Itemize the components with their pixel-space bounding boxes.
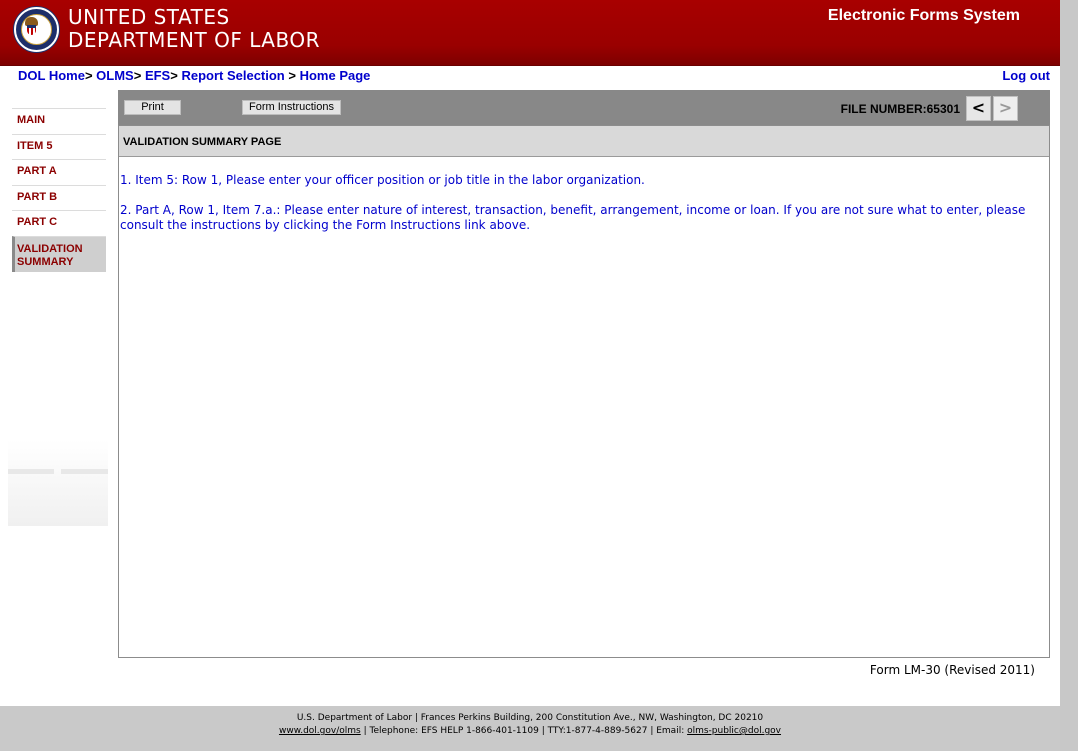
next-page-button[interactable]: > <box>993 96 1018 121</box>
page-footer: U.S. Department of Labor | Frances Perki… <box>0 706 1060 751</box>
sidebar-item-part-b[interactable]: PART B <box>12 184 106 211</box>
form-version: Form LM-30 (Revised 2011) <box>869 663 1035 677</box>
org-name-line1: UNITED STATES <box>68 5 230 29</box>
breadcrumb-efs[interactable]: EFS <box>145 68 170 83</box>
breadcrumb: DOL Home> OLMS> EFS> Report Selection > … <box>18 68 370 83</box>
sidebar-item-part-a[interactable]: PART A <box>12 159 106 185</box>
sidebar: MAIN ITEM 5 PART A PART B PART C VALIDAT… <box>8 96 108 526</box>
validation-message: 2. Part A, Row 1, Item 7.a.: Please ente… <box>120 203 1026 232</box>
sidebar-item-part-c[interactable]: PART C <box>12 210 106 236</box>
footer-telephone: | Telephone: EFS HELP 1-866-401-1109 | T… <box>360 726 688 736</box>
sidebar-divider <box>8 469 108 474</box>
file-number: FILE NUMBER:65301 <box>840 102 960 116</box>
sidebar-nav: MAIN ITEM 5 PART A PART B PART C VALIDAT… <box>12 108 106 272</box>
page-header: UNITED STATES DEPARTMENT OF LABOR Electr… <box>0 0 1060 66</box>
sidebar-item-item-5[interactable]: ITEM 5 <box>12 133 106 160</box>
validation-message: 1. Item 5: Row 1, Please enter your offi… <box>120 173 645 187</box>
print-button[interactable]: Print <box>124 100 181 115</box>
logout-link[interactable]: Log out <box>1002 68 1050 83</box>
breadcrumb-olms[interactable]: OLMS <box>96 68 134 83</box>
breadcrumb-home-page[interactable]: Home Page <box>300 68 371 83</box>
section-title: VALIDATION SUMMARY PAGE <box>119 126 1049 157</box>
org-name: UNITED STATES DEPARTMENT OF LABOR <box>68 6 320 52</box>
validation-messages: 1. Item 5: Row 1, Please enter your offi… <box>119 157 1049 233</box>
previous-page-button[interactable]: < <box>966 96 991 121</box>
breadcrumb-separator: > <box>84 68 93 83</box>
footer-olms-link[interactable]: www.dol.gov/olms <box>279 726 361 736</box>
content-panel: VALIDATION SUMMARY PAGE 1. Item 5: Row 1… <box>118 125 1050 658</box>
form-instructions-button[interactable]: Form Instructions <box>242 100 341 115</box>
footer-email-link[interactable]: olms-public@dol.gov <box>687 726 781 736</box>
footer-contact: www.dol.gov/olms | Telephone: EFS HELP 1… <box>0 725 1060 738</box>
breadcrumb-separator: > <box>170 68 178 83</box>
right-gray-strip <box>1060 0 1078 751</box>
dol-seal-icon <box>14 7 59 52</box>
breadcrumb-report-selection[interactable]: Report Selection <box>181 68 284 83</box>
breadcrumb-dol-home[interactable]: DOL Home <box>18 68 85 83</box>
sidebar-item-validation-summary[interactable]: VALIDATION SUMMARY <box>12 235 106 272</box>
breadcrumb-separator: > <box>288 68 296 83</box>
system-title: Electronic Forms System <box>827 7 1020 24</box>
breadcrumb-separator: > <box>133 68 142 83</box>
form-toolbar: Print Form Instructions FILE NUMBER:6530… <box>118 90 1050 125</box>
footer-address: U.S. Department of Labor | Frances Perki… <box>296 713 764 723</box>
org-name-line2: DEPARTMENT OF LABOR <box>68 28 320 52</box>
sidebar-item-main[interactable]: MAIN <box>12 108 106 134</box>
